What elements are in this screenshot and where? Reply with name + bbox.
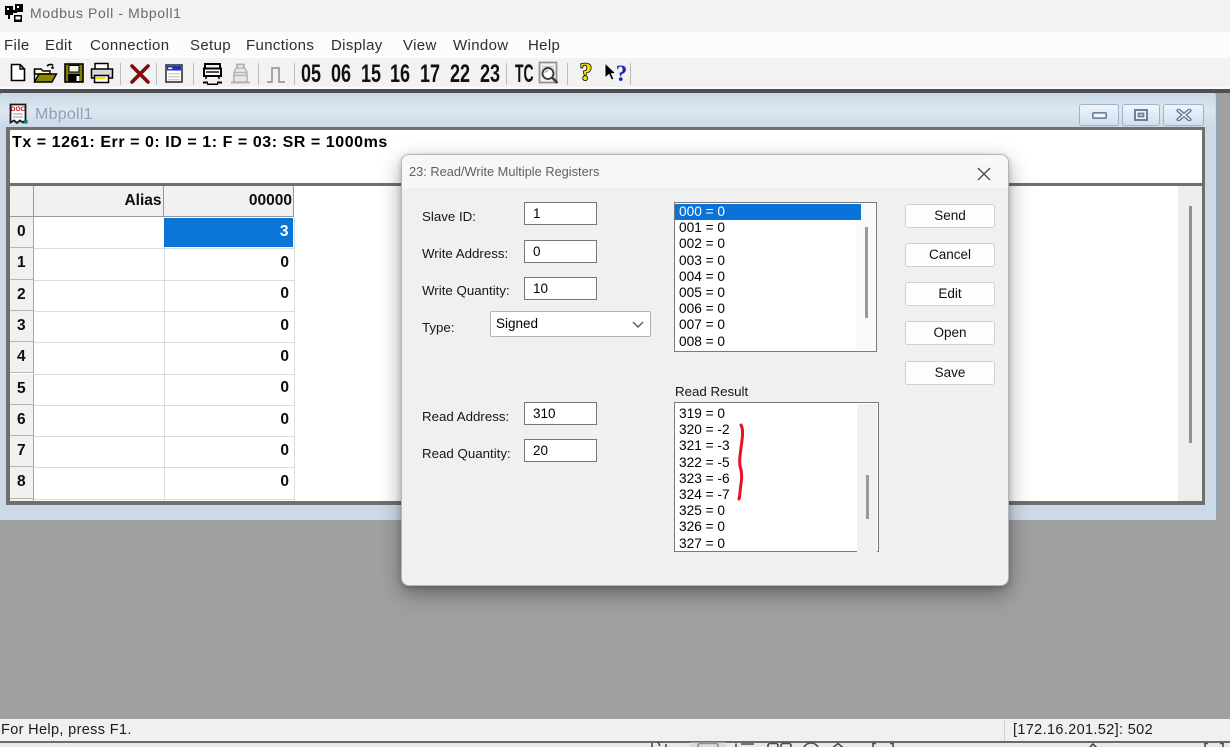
svg-text:DOC: DOC — [11, 106, 26, 113]
svg-text:?: ? — [616, 61, 628, 85]
svg-text:?: ? — [580, 62, 593, 84]
